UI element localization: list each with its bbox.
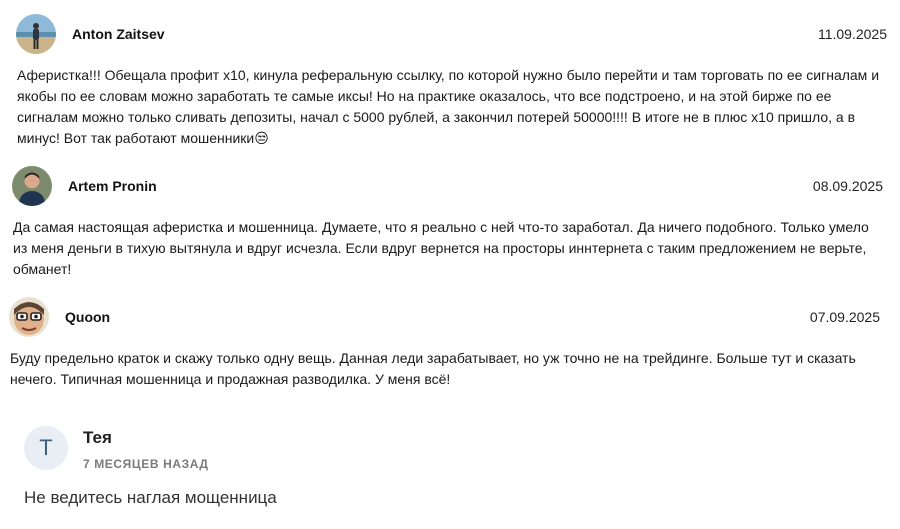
review-date: 07.09.2025 <box>809 309 880 325</box>
review-date: 11.09.2025 <box>817 26 887 42</box>
review-item: Anton Zaitsev 11.09.2025 Аферистка!!! Об… <box>0 14 900 146</box>
cartoon-face-avatar-icon <box>9 297 49 337</box>
review-author[interactable]: Quoon <box>65 309 110 325</box>
letter-avatar[interactable]: Т <box>24 426 68 470</box>
avatar[interactable] <box>9 297 49 337</box>
avatar[interactable] <box>16 14 56 54</box>
review-author[interactable]: Artem Pronin <box>68 178 157 194</box>
comment-author[interactable]: Тея <box>83 428 112 448</box>
comment-text: Не ведитесь наглая мощенница <box>24 488 277 507</box>
review-item: Artem Pronin 08.09.2025 Да самая настоящ… <box>0 166 900 277</box>
review-text: Да самая настоящая аферистка и мошенница… <box>13 219 869 277</box>
review-header: Anton Zaitsev 11.09.2025 <box>0 14 900 58</box>
review-header: Artem Pronin 08.09.2025 <box>0 166 900 210</box>
review-text: Буду предельно краток и скажу только одн… <box>10 350 856 387</box>
review-date: 08.09.2025 <box>812 178 883 194</box>
review-author[interactable]: Anton Zaitsev <box>72 26 165 42</box>
review-text: Аферистка!!! Обещала профит х10, кинула … <box>17 67 880 146</box>
beach-photo-avatar-icon <box>16 14 56 54</box>
review-header: Quoon 07.09.2025 <box>0 297 900 341</box>
review-item: Quoon 07.09.2025 Буду предельно краток и… <box>0 297 900 387</box>
comment-timestamp: 7 МЕСЯЦЕВ НАЗАД <box>83 457 209 471</box>
avatar[interactable] <box>12 166 52 206</box>
portrait-photo-avatar-icon <box>12 166 52 206</box>
